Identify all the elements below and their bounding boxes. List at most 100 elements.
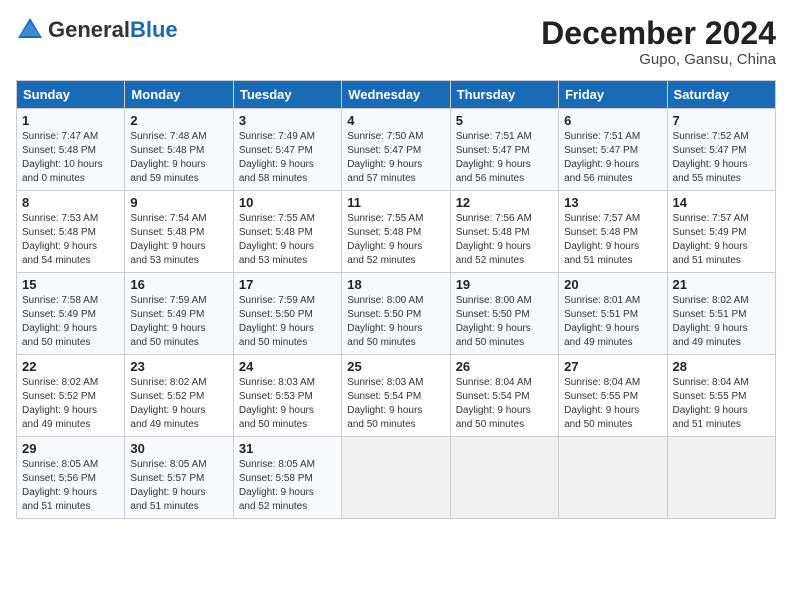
logo-blue-text: Blue: [130, 17, 178, 42]
calendar-week-row: 29Sunrise: 8:05 AMSunset: 5:56 PMDayligh…: [17, 437, 776, 519]
day-details: Sunrise: 7:51 AMSunset: 5:47 PMDaylight:…: [564, 130, 661, 186]
day-number: 23: [130, 359, 227, 374]
day-details: Sunrise: 8:04 AMSunset: 5:54 PMDaylight:…: [456, 376, 553, 432]
day-details: Sunrise: 8:03 AMSunset: 5:53 PMDaylight:…: [239, 376, 336, 432]
day-number: 13: [564, 195, 661, 210]
day-number: 28: [673, 359, 770, 374]
day-details: Sunrise: 7:47 AMSunset: 5:48 PMDaylight:…: [22, 130, 119, 186]
day-number: 1: [22, 113, 119, 128]
calendar-cell: 8 Sunrise: 7:53 AMSunset: 5:48 PMDaylight…: [17, 191, 125, 273]
calendar-cell: 26 Sunrise: 8:04 AMSunset: 5:54 PMDayligh…: [450, 355, 558, 437]
day-details: Sunrise: 7:59 AMSunset: 5:50 PMDaylight:…: [239, 294, 336, 350]
day-number: 10: [239, 195, 336, 210]
logo-general-text: General: [48, 17, 130, 42]
day-details: Sunrise: 7:57 AMSunset: 5:49 PMDaylight:…: [673, 212, 770, 268]
day-details: Sunrise: 7:49 AMSunset: 5:47 PMDaylight:…: [239, 130, 336, 186]
day-of-week-header: Monday: [125, 81, 233, 109]
page-header: GeneralBlue December 2024 Gupo, Gansu, C…: [16, 16, 776, 68]
day-details: Sunrise: 7:50 AMSunset: 5:47 PMDaylight:…: [347, 130, 444, 186]
calendar-cell: [342, 437, 450, 519]
calendar-cell: 29Sunrise: 8:05 AMSunset: 5:56 PMDayligh…: [17, 437, 125, 519]
calendar-cell: 24 Sunrise: 8:03 AMSunset: 5:53 PMDayligh…: [233, 355, 341, 437]
day-number: 12: [456, 195, 553, 210]
day-details: Sunrise: 8:05 AMSunset: 5:57 PMDaylight:…: [130, 458, 227, 514]
day-details: Sunrise: 7:56 AMSunset: 5:48 PMDaylight:…: [456, 212, 553, 268]
day-details: Sunrise: 7:58 AMSunset: 5:49 PMDaylight:…: [22, 294, 119, 350]
calendar-cell: 19Sunrise: 8:00 AMSunset: 5:50 PMDayligh…: [450, 273, 558, 355]
calendar-cell: 1 Sunrise: 7:47 AMSunset: 5:48 PMDaylight…: [17, 109, 125, 191]
calendar-header-row: SundayMondayTuesdayWednesdayThursdayFrid…: [17, 81, 776, 109]
logo-icon: [16, 16, 44, 44]
day-number: 7: [673, 113, 770, 128]
calendar-week-row: 15Sunrise: 7:58 AMSunset: 5:49 PMDayligh…: [17, 273, 776, 355]
calendar-cell: 7 Sunrise: 7:52 AMSunset: 5:47 PMDaylight…: [667, 109, 775, 191]
day-number: 17: [239, 277, 336, 292]
day-of-week-header: Wednesday: [342, 81, 450, 109]
calendar-cell: 13 Sunrise: 7:57 AMSunset: 5:48 PMDayligh…: [559, 191, 667, 273]
day-number: 21: [673, 277, 770, 292]
day-number: 24: [239, 359, 336, 374]
day-number: 4: [347, 113, 444, 128]
day-details: Sunrise: 8:00 AMSunset: 5:50 PMDaylight:…: [347, 294, 444, 350]
day-of-week-header: Thursday: [450, 81, 558, 109]
day-number: 27: [564, 359, 661, 374]
calendar-week-row: 8 Sunrise: 7:53 AMSunset: 5:48 PMDaylight…: [17, 191, 776, 273]
day-of-week-header: Friday: [559, 81, 667, 109]
day-of-week-header: Sunday: [17, 81, 125, 109]
calendar-week-row: 1 Sunrise: 7:47 AMSunset: 5:48 PMDaylight…: [17, 109, 776, 191]
day-details: Sunrise: 8:04 AMSunset: 5:55 PMDaylight:…: [673, 376, 770, 432]
calendar-cell: 14 Sunrise: 7:57 AMSunset: 5:49 PMDayligh…: [667, 191, 775, 273]
day-number: 14: [673, 195, 770, 210]
day-number: 8: [22, 195, 119, 210]
calendar-cell: 6 Sunrise: 7:51 AMSunset: 5:47 PMDaylight…: [559, 109, 667, 191]
calendar-cell: 17 Sunrise: 7:59 AMSunset: 5:50 PMDayligh…: [233, 273, 341, 355]
calendar-cell: [559, 437, 667, 519]
calendar-cell: 23 Sunrise: 8:02 AMSunset: 5:52 PMDayligh…: [125, 355, 233, 437]
calendar-cell: 11Sunrise: 7:55 AMSunset: 5:48 PMDayligh…: [342, 191, 450, 273]
day-details: Sunrise: 7:48 AMSunset: 5:48 PMDaylight:…: [130, 130, 227, 186]
calendar-cell: [667, 437, 775, 519]
month-year-title: December 2024: [541, 16, 776, 51]
day-number: 30: [130, 441, 227, 456]
day-details: Sunrise: 8:01 AMSunset: 5:51 PMDaylight:…: [564, 294, 661, 350]
calendar-cell: 15Sunrise: 7:58 AMSunset: 5:49 PMDayligh…: [17, 273, 125, 355]
day-number: 3: [239, 113, 336, 128]
calendar-cell: 16 Sunrise: 7:59 AMSunset: 5:49 PMDayligh…: [125, 273, 233, 355]
day-number: 16: [130, 277, 227, 292]
location-subtitle: Gupo, Gansu, China: [541, 51, 776, 68]
day-details: Sunrise: 7:54 AMSunset: 5:48 PMDaylight:…: [130, 212, 227, 268]
title-block: December 2024 Gupo, Gansu, China: [541, 16, 776, 68]
day-number: 22: [22, 359, 119, 374]
day-number: 19: [456, 277, 553, 292]
day-of-week-header: Saturday: [667, 81, 775, 109]
calendar-cell: 9Sunrise: 7:54 AMSunset: 5:48 PMDaylight…: [125, 191, 233, 273]
calendar-week-row: 22 Sunrise: 8:02 AMSunset: 5:52 PMDayligh…: [17, 355, 776, 437]
logo: GeneralBlue: [16, 16, 178, 44]
day-details: Sunrise: 7:52 AMSunset: 5:47 PMDaylight:…: [673, 130, 770, 186]
calendar-cell: 28 Sunrise: 8:04 AMSunset: 5:55 PMDayligh…: [667, 355, 775, 437]
day-number: 20: [564, 277, 661, 292]
day-details: Sunrise: 7:55 AMSunset: 5:48 PMDaylight:…: [239, 212, 336, 268]
calendar-cell: 3 Sunrise: 7:49 AMSunset: 5:47 PMDaylight…: [233, 109, 341, 191]
day-of-week-header: Tuesday: [233, 81, 341, 109]
day-number: 2: [130, 113, 227, 128]
day-details: Sunrise: 8:03 AMSunset: 5:54 PMDaylight:…: [347, 376, 444, 432]
calendar-table: SundayMondayTuesdayWednesdayThursdayFrid…: [16, 80, 776, 519]
day-details: Sunrise: 7:59 AMSunset: 5:49 PMDaylight:…: [130, 294, 227, 350]
calendar-cell: 31Sunrise: 8:05 AMSunset: 5:58 PMDayligh…: [233, 437, 341, 519]
day-details: Sunrise: 7:57 AMSunset: 5:48 PMDaylight:…: [564, 212, 661, 268]
calendar-cell: 22Sunrise: 8:02 AMSunset: 5:52 PMDayligh…: [17, 355, 125, 437]
day-details: Sunrise: 7:51 AMSunset: 5:47 PMDaylight:…: [456, 130, 553, 186]
day-number: 11: [347, 195, 444, 210]
day-details: Sunrise: 7:53 AMSunset: 5:48 PMDaylight:…: [22, 212, 119, 268]
day-details: Sunrise: 8:02 AMSunset: 5:51 PMDaylight:…: [673, 294, 770, 350]
day-number: 25: [347, 359, 444, 374]
day-number: 26: [456, 359, 553, 374]
day-details: Sunrise: 8:04 AMSunset: 5:55 PMDaylight:…: [564, 376, 661, 432]
day-number: 6: [564, 113, 661, 128]
day-details: Sunrise: 8:02 AMSunset: 5:52 PMDaylight:…: [130, 376, 227, 432]
calendar-cell: 18 Sunrise: 8:00 AMSunset: 5:50 PMDayligh…: [342, 273, 450, 355]
calendar-cell: 21 Sunrise: 8:02 AMSunset: 5:51 PMDayligh…: [667, 273, 775, 355]
day-number: 18: [347, 277, 444, 292]
calendar-cell: 5Sunrise: 7:51 AMSunset: 5:47 PMDaylight…: [450, 109, 558, 191]
